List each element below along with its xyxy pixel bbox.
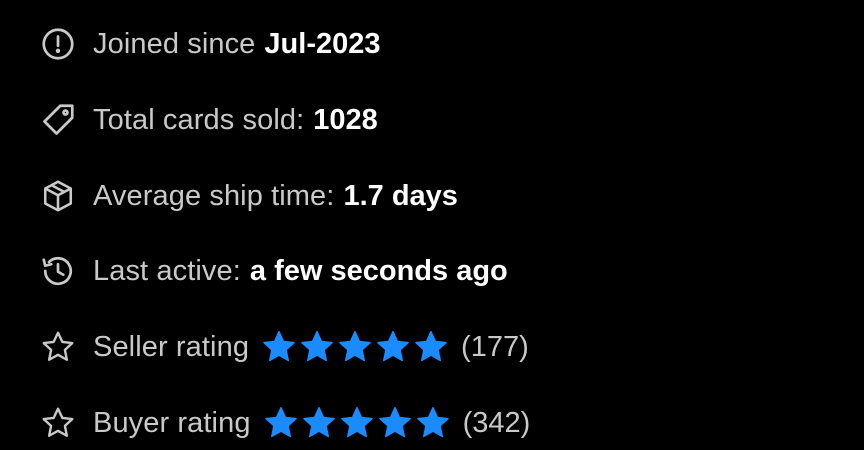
ship-time-label: Average ship time:: [93, 179, 335, 212]
last-active-value: a few seconds ago: [249, 254, 508, 287]
seller-profile-stats: Joined since Jul-2023 Total cards sold: …: [0, 0, 864, 450]
cards-sold-row: Total cards sold: 1028: [40, 100, 378, 140]
joined-row: Joined since Jul-2023: [40, 24, 381, 64]
joined-label: Joined since: [93, 27, 256, 60]
buyer-rating-count: (342): [462, 406, 531, 439]
ship-time-value: 1.7 days: [343, 179, 458, 212]
last-active-row: Last active: a few seconds ago: [40, 251, 508, 291]
buyer-rating-label: Buyer rating: [93, 406, 251, 439]
rating-star-icon: [263, 405, 299, 441]
tag-icon: [40, 101, 78, 139]
rating-star-icon: [375, 329, 411, 365]
seller-rating-row: Seller rating (177): [40, 327, 529, 367]
joined-value: Jul-2023: [264, 27, 381, 60]
rating-star-icon: [377, 405, 413, 441]
rating-star-icon: [261, 329, 297, 365]
cards-sold-value: 1028: [313, 103, 378, 136]
cards-sold-label: Total cards sold:: [93, 103, 305, 136]
ship-time-row: Average ship time: 1.7 days: [40, 176, 458, 216]
rating-star-icon: [415, 405, 451, 441]
rating-star-icon: [337, 329, 373, 365]
seller-rating-stars: [261, 329, 449, 365]
rating-star-icon: [301, 405, 337, 441]
info-circle-icon: [40, 25, 78, 63]
seller-rating-label: Seller rating: [93, 330, 250, 363]
rating-star-icon: [299, 329, 335, 365]
rating-star-icon: [339, 405, 375, 441]
buyer-rating-row: Buyer rating (342): [40, 403, 530, 443]
last-active-label: Last active:: [93, 254, 241, 287]
star-outline-icon: [40, 404, 78, 442]
box-icon: [40, 177, 78, 215]
buyer-rating-stars: [263, 405, 451, 441]
seller-rating-count: (177): [461, 330, 529, 363]
star-outline-icon: [40, 328, 78, 366]
history-icon: [40, 252, 78, 290]
rating-star-icon: [413, 329, 449, 365]
